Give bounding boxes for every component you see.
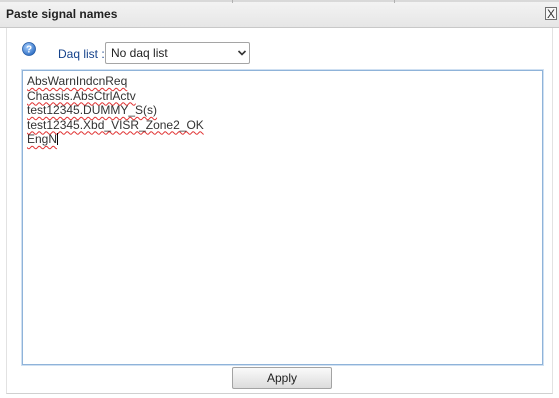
close-icon: X [546, 6, 555, 21]
text-caret [57, 133, 59, 145]
signal-line: test12345.DUMMY_S(s) [27, 103, 158, 117]
daq-list-selected-value: No daq list [111, 46, 168, 60]
signal-lines: AbsWarnIndcnReq Chassis.AbsCtrlActv test… [27, 74, 204, 147]
daq-list-label: Daq list : [58, 47, 105, 61]
daq-list-select[interactable]: No daq list [105, 42, 250, 64]
chevron-down-icon [237, 50, 247, 56]
titlebar-separator [232, 0, 233, 3]
dialog-titlebar[interactable]: Paste signal names X [0, 0, 559, 28]
titlebar-top-edge [0, 0, 559, 2]
apply-button[interactable]: Apply [232, 367, 332, 389]
svg-text:?: ? [26, 45, 32, 56]
signal-line: test12345.Xbd_VISR_Zone2_OK [27, 117, 204, 132]
paste-signal-names-dialog: Paste signal names X ? Daq list : No daq… [0, 0, 559, 398]
close-button[interactable]: X [545, 7, 557, 20]
help-icon[interactable]: ? [22, 42, 36, 56]
titlebar-separator [394, 0, 395, 3]
signal-line: Chassis.AbsCtrlActv [27, 88, 136, 103]
signal-line: EngN [27, 132, 59, 146]
signal-names-textarea[interactable]: AbsWarnIndcnReq Chassis.AbsCtrlActv test… [22, 70, 543, 365]
signal-line: AbsWarnIndcnReq [27, 74, 128, 88]
apply-button-label: Apply [266, 371, 298, 385]
dialog-title: Paste signal names [6, 7, 118, 21]
